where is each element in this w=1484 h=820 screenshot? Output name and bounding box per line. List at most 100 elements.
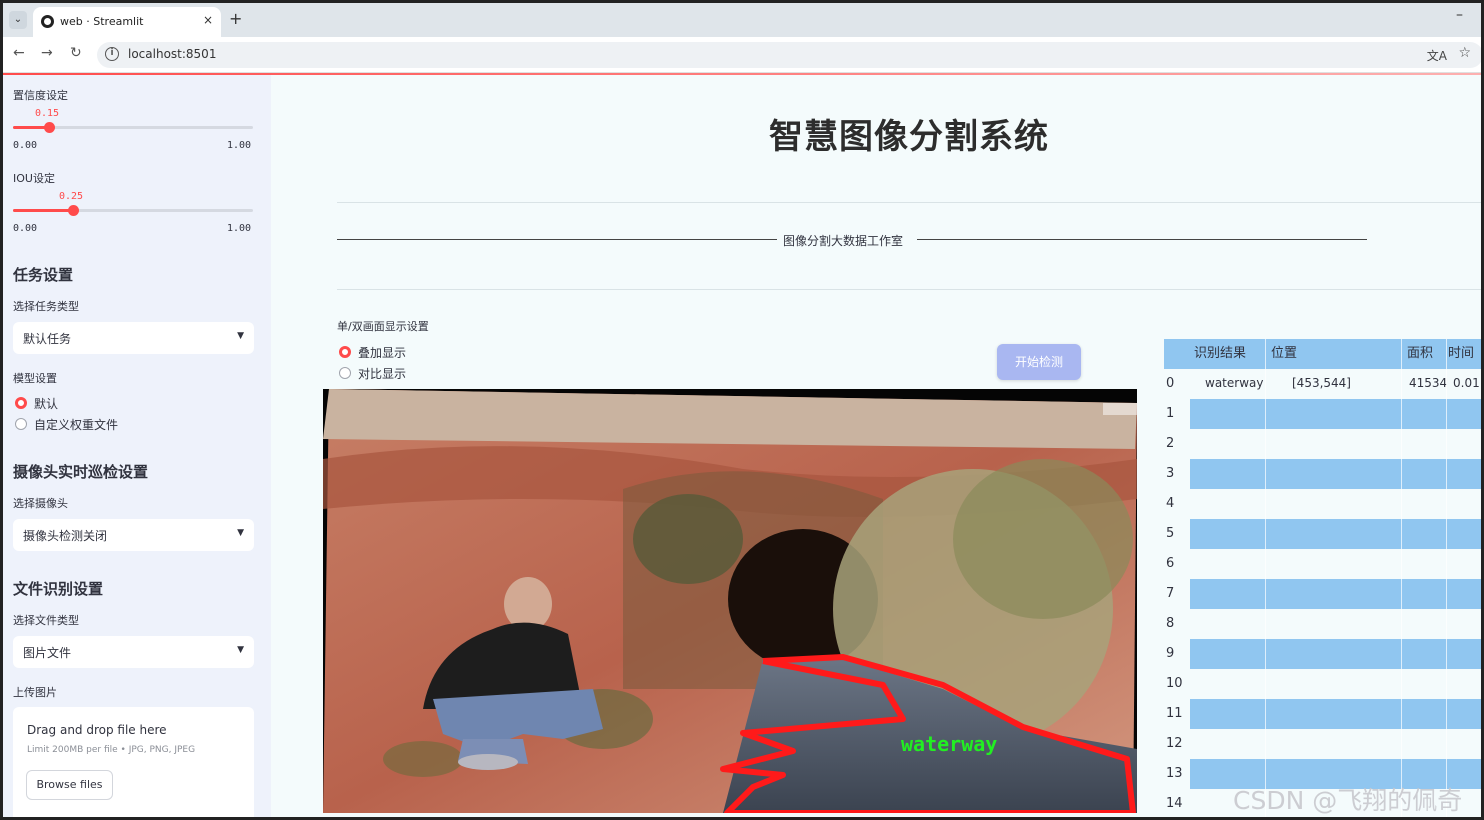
table-row[interactable]: 4 [1164,489,1481,519]
table-row[interactable]: 9 [1164,639,1481,669]
site-info-icon[interactable]: i [105,47,119,61]
table-row[interactable]: 10 [1164,669,1481,699]
column-divider [1265,339,1266,817]
iou-slider-thumb[interactable] [68,205,79,216]
task-type-select[interactable]: 默认任务 ▼ [13,322,254,354]
shrub [633,494,743,584]
main-content: 智慧图像分割系统 图像分割大数据工作室 单/双画面显示设置 叠加显示 对比显示 … [271,75,1481,817]
row-background [1190,699,1481,729]
row-index: 8 [1166,616,1175,631]
drop-instructions: Drag and drop file here [27,723,167,737]
table-row[interactable]: 12 [1164,729,1481,759]
person-shoes [458,754,518,770]
new-tab-icon[interactable]: + [229,9,242,28]
studio-banner: 图像分割大数据工作室 [337,232,1367,249]
row-background [1190,549,1481,579]
upload-limit-text: Limit 200MB per file • JPG, PNG, JPEG [27,745,196,755]
reload-icon[interactable]: ↻ [70,45,82,61]
streamlit-favicon-icon [41,15,54,28]
results-table[interactable]: 识别结果 位置 面积 时间 0 waterway [453,544] 41534 0.0… [1164,339,1481,817]
model-option-default[interactable]: 默认 [34,395,58,412]
row-background [1190,579,1481,609]
browser-tab[interactable]: web · Streamlit × [33,7,221,37]
row-background [1190,519,1481,549]
row-background [1190,489,1481,519]
column-header-result[interactable]: 识别结果 [1194,339,1246,369]
row-index: 11 [1166,706,1183,721]
row-index: 10 [1166,676,1183,691]
cell-time: 0.01 [1453,376,1480,390]
url-field[interactable]: i localhost:8501 文A ☆ [97,42,1481,68]
file-type-value: 图片文件 [23,646,72,660]
iou-min: 0.00 [13,223,38,234]
url-text[interactable]: localhost:8501 [128,47,216,61]
display-radio-compare[interactable] [339,367,351,379]
watermark: CSDN @飞翔的佩奇 [1233,786,1463,815]
confidence-slider-thumb[interactable] [44,122,55,133]
page-title: 智慧图像分割系统 [769,117,1049,157]
confidence-min: 0.00 [13,140,38,151]
camera-select-value: 摄像头检测关闭 [23,529,108,543]
file-type-select[interactable]: 图片文件 ▼ [13,636,254,668]
rock-ledge [323,389,1137,449]
column-header-position[interactable]: 位置 [1271,339,1297,369]
camera-select-label: 选择摄像头 [13,497,68,510]
row-index: 14 [1166,796,1183,811]
file-settings-heading: 文件识别设置 [13,580,104,598]
row-background [1190,639,1481,669]
confidence-label: 置信度设定 [13,89,68,102]
bookmark-star-icon[interactable]: ☆ [1458,45,1471,61]
camera-select[interactable]: 摄像头检测关闭 ▼ [13,519,254,551]
row-background [1190,729,1481,759]
table-row[interactable]: 7 [1164,579,1481,609]
iou-value: 0.25 [59,191,84,202]
table-row[interactable]: 6 [1164,549,1481,579]
segmentation-label: waterway [901,732,997,756]
model-option-custom[interactable]: 自定义权重文件 [34,416,118,433]
file-uploader-dropzone[interactable]: Drag and drop file here Limit 200MB per … [13,707,254,817]
file-type-label: 选择文件类型 [13,614,79,627]
table-row[interactable]: 8 [1164,609,1481,639]
chevron-down-icon: ▼ [237,645,244,655]
row-background [1190,429,1481,459]
model-radio-custom[interactable] [15,418,27,430]
column-header-time[interactable]: 时间 [1448,339,1474,369]
divider [337,289,1481,290]
tab-search-menu-icon[interactable]: ⌄ [9,11,27,29]
chevron-down-icon: ▼ [237,331,244,341]
table-row[interactable]: 3 [1164,459,1481,489]
overexposed-corner [1103,403,1137,415]
row-background [1190,609,1481,639]
back-icon[interactable]: ← [13,45,25,61]
forward-icon[interactable]: → [41,45,53,61]
address-bar: ← → ↻ i localhost:8501 文A ☆ [3,37,1481,73]
confidence-max: 1.00 [227,140,252,151]
table-row[interactable]: 5 [1164,519,1481,549]
model-radio-default[interactable] [15,397,27,409]
display-radio-overlay[interactable] [339,346,351,358]
display-option-overlay[interactable]: 叠加显示 [358,344,406,361]
table-row[interactable]: 11 [1164,699,1481,729]
table-row[interactable]: 0 waterway [453,544] 41534 0.01 [1164,369,1481,399]
table-row[interactable]: 2 [1164,429,1481,459]
task-settings-heading: 任务设置 [13,266,74,284]
browse-files-button[interactable]: Browse files [26,770,113,800]
table-row[interactable]: 1 [1164,399,1481,429]
column-header-area[interactable]: 面积 [1407,339,1433,369]
tab-bar: ⌄ web · Streamlit × + – [3,3,1481,37]
translate-icon[interactable]: 文A [1427,47,1447,64]
close-tab-icon[interactable]: × [203,13,213,27]
task-type-label: 选择任务类型 [13,300,79,313]
cell-result: waterway [1205,376,1264,390]
start-detection-button[interactable]: 开始检测 [997,344,1081,380]
confidence-slider[interactable] [13,122,253,133]
upload-label: 上传图片 [13,686,57,699]
sidebar: 置信度设定 0.15 0.00 1.00 IOU设定 0.25 0.00 1.0… [3,75,271,817]
iou-slider[interactable] [13,205,253,216]
minimize-window-icon[interactable]: – [1456,7,1463,23]
row-index: 12 [1166,736,1183,751]
row-index: 3 [1166,466,1175,481]
display-option-compare[interactable]: 对比显示 [358,365,406,382]
divider [337,202,1481,203]
browser-window: ⌄ web · Streamlit × + – ← → ↻ i localhos… [0,0,1484,820]
